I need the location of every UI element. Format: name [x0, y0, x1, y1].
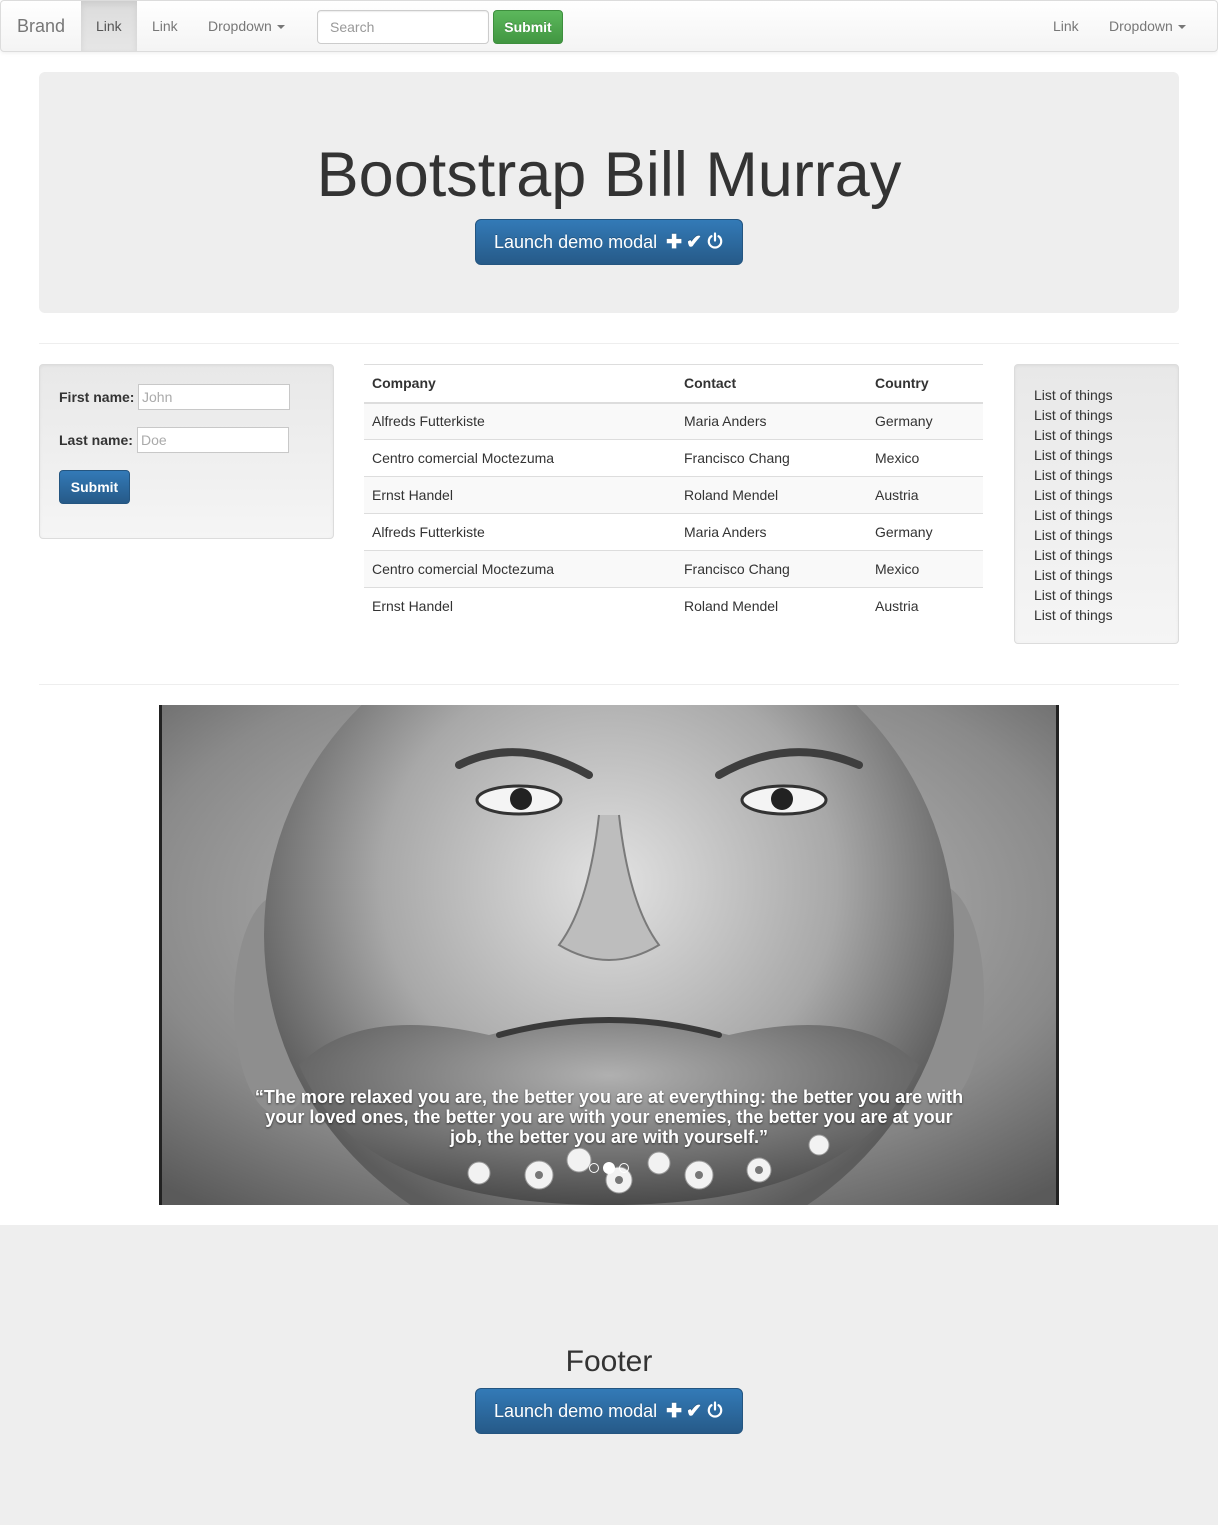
- search-input[interactable]: [317, 10, 489, 44]
- list-item: List of things: [1034, 407, 1113, 423]
- table-cell: Maria Anders: [676, 513, 867, 551]
- footer-title: Footer: [565, 1345, 653, 1378]
- first-name-label: First name:: [59, 389, 135, 405]
- column-header: Company: [364, 364, 676, 404]
- list-item: List of things: [1034, 607, 1113, 623]
- list-item: List of things: [1034, 447, 1113, 463]
- table-cell: Alfreds Futterkiste: [364, 513, 676, 551]
- table-cell: Germany: [867, 513, 983, 551]
- table-cell: Alfreds Futterkiste: [364, 402, 676, 440]
- table-row: Ernst Handel Roland Mendel Austria: [364, 476, 983, 514]
- carousel-caption: “The more relaxed you are, the better yo…: [254, 1087, 964, 1147]
- list-item: List of things: [1034, 427, 1113, 443]
- table-cell: Austria: [867, 587, 983, 625]
- table-cell: Centro comercial Moctezuma: [364, 550, 676, 588]
- power-icon: [707, 232, 723, 249]
- carousel-indicator[interactable]: [589, 1163, 599, 1174]
- table-cell: Mexico: [867, 439, 983, 477]
- list-item: List of things: [1034, 467, 1113, 483]
- table-cell: Francisco Chang: [676, 550, 867, 588]
- list-item: List of things: [1034, 567, 1113, 583]
- table-cell: Mexico: [867, 550, 983, 588]
- list-item: List of things: [1034, 487, 1113, 503]
- nav-dropdown-left-label: Dropdown: [208, 18, 272, 34]
- column-header: Contact: [676, 364, 867, 404]
- divider: [39, 343, 1179, 344]
- list-item: List of things: [1034, 547, 1113, 563]
- navbar: Brand Link Link Dropdown Submit Link Dro…: [0, 0, 1218, 52]
- nav-dropdown-left[interactable]: Dropdown: [193, 1, 300, 51]
- plus-icon: ✚: [666, 232, 683, 253]
- table-cell: Austria: [867, 476, 983, 514]
- navbar-submit-button[interactable]: Submit: [493, 10, 563, 44]
- carousel[interactable]: “The more relaxed you are, the better yo…: [159, 705, 1059, 1205]
- check-icon: ✔: [686, 1401, 702, 1422]
- table-cell: Roland Mendel: [676, 587, 867, 625]
- footer: Footer Launch demo modal ✚ ✔: [0, 1225, 1218, 1525]
- column-header: Country: [867, 364, 983, 404]
- caret-down-icon: [276, 25, 285, 30]
- first-name-field[interactable]: [138, 384, 290, 410]
- table-cell: Roland Mendel: [676, 476, 867, 514]
- carousel-indicators: [159, 1159, 1059, 1175]
- table-row: Alfreds Futterkiste Maria Anders Germany: [364, 402, 983, 440]
- footer-launch-modal-button[interactable]: Launch demo modal ✚ ✔: [475, 1388, 743, 1434]
- launch-modal-button[interactable]: Launch demo modal ✚ ✔: [475, 219, 743, 265]
- carousel-indicator-active[interactable]: [603, 1162, 615, 1175]
- table-cell: Ernst Handel: [364, 587, 676, 625]
- list-well: List of things List of things List of th…: [1014, 364, 1179, 644]
- list-item: List of things: [1034, 387, 1113, 403]
- power-icon: [707, 1401, 723, 1418]
- navbar-brand[interactable]: Brand: [17, 16, 65, 37]
- table-cell: Centro comercial Moctezuma: [364, 439, 676, 477]
- list-item: List of things: [1034, 527, 1113, 543]
- last-name-label: Last name:: [59, 432, 133, 448]
- nav-dropdown-right-label: Dropdown: [1109, 18, 1173, 34]
- table-row: Ernst Handel Roland Mendel Austria: [364, 587, 983, 625]
- footer-launch-modal-label: Launch demo modal: [494, 1401, 658, 1421]
- nav-link-2[interactable]: Link: [137, 1, 193, 51]
- table-cell: Maria Anders: [676, 402, 867, 440]
- nav-link-right[interactable]: Link: [1038, 1, 1094, 51]
- table-row: Centro comercial Moctezuma Francisco Cha…: [364, 439, 983, 477]
- table-row: Alfreds Futterkiste Maria Anders Germany: [364, 513, 983, 551]
- divider: [39, 684, 1179, 685]
- last-name-field[interactable]: [137, 427, 289, 453]
- nav-dropdown-right[interactable]: Dropdown: [1094, 1, 1201, 51]
- table-header-row: Company Contact Country: [364, 364, 983, 404]
- jumbotron: Bootstrap Bill Murray Launch demo modal …: [39, 72, 1179, 313]
- carousel-indicator[interactable]: [619, 1163, 629, 1174]
- form-submit-button[interactable]: Submit: [59, 470, 130, 504]
- caret-down-icon: [1177, 25, 1186, 30]
- data-table: Company Contact Country Alfreds Futterki…: [364, 364, 983, 625]
- check-icon: ✔: [686, 232, 702, 253]
- table-cell: Ernst Handel: [364, 476, 676, 514]
- table-cell: Germany: [867, 402, 983, 440]
- table-cell: Francisco Chang: [676, 439, 867, 477]
- table-row: Centro comercial Moctezuma Francisco Cha…: [364, 550, 983, 588]
- page-title: Bootstrap Bill Murray: [316, 140, 902, 210]
- plus-icon: ✚: [666, 1401, 683, 1422]
- list-item: List of things: [1034, 507, 1113, 523]
- list-item: List of things: [1034, 587, 1113, 603]
- launch-modal-label: Launch demo modal: [494, 232, 658, 252]
- nav-link-1[interactable]: Link: [81, 1, 137, 51]
